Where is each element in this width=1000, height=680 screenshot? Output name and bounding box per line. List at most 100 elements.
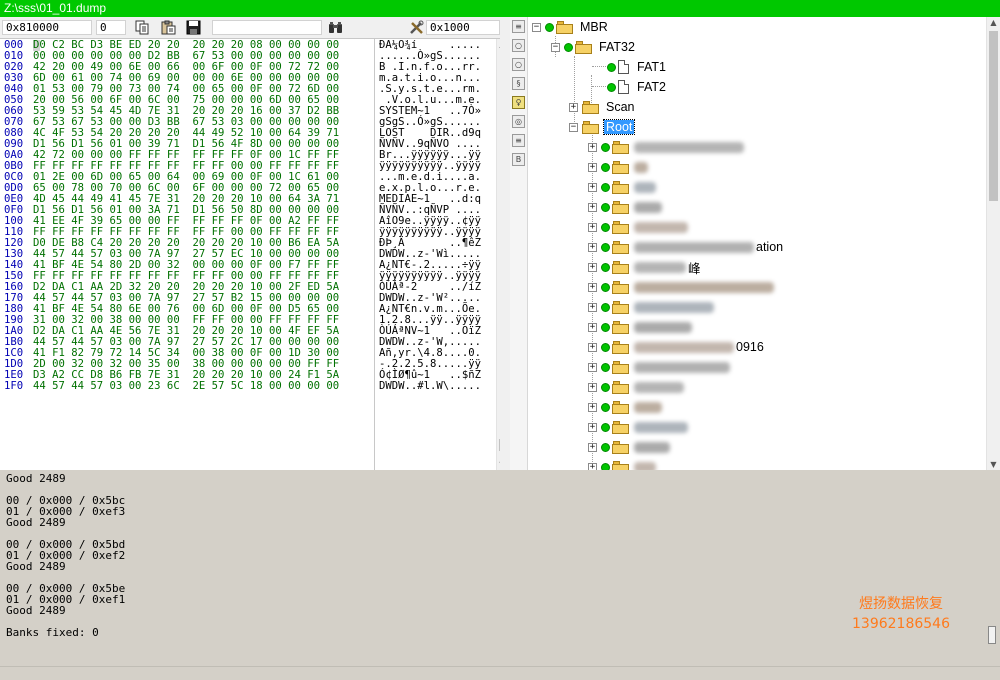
expand-icon[interactable]: + xyxy=(588,162,597,172)
expand-icon[interactable]: + xyxy=(588,202,597,212)
obscured-folder-name[interactable] xyxy=(634,201,662,213)
expand-icon[interactable]: + xyxy=(588,442,597,452)
collapse-icon[interactable]: − xyxy=(551,42,560,52)
eye-icon[interactable]: ◎ xyxy=(512,115,525,128)
tree-node-folder[interactable]: + xyxy=(588,217,688,237)
expand-icon[interactable]: + xyxy=(569,102,578,112)
tree-label-fat2[interactable]: FAT2 xyxy=(635,80,668,94)
obscured-folder-name[interactable] xyxy=(634,321,692,333)
bulb-icon[interactable]: ♀ xyxy=(512,96,525,109)
expand-icon[interactable]: + xyxy=(588,182,597,192)
value-field[interactable]: 0 xyxy=(96,20,126,35)
offset-field[interactable]: 0x810000 xyxy=(2,20,92,35)
tools-icon[interactable] xyxy=(408,19,425,36)
tree-node-folder[interactable]: + xyxy=(588,177,656,197)
goto-field[interactable]: 0x1000 xyxy=(426,20,500,35)
hex-bytes-column[interactable]: D0 C2 BC D3 BE ED 20 20 20 20 20 08 00 0… xyxy=(33,40,373,392)
tree-node-folder[interactable]: + xyxy=(588,437,670,457)
list-icon[interactable]: ≡ xyxy=(512,20,525,33)
tree-node-scan[interactable]: + Scan xyxy=(569,97,637,117)
tree-node-mbr[interactable]: − MBR xyxy=(532,17,610,37)
tree-node-folder[interactable]: + xyxy=(588,457,656,470)
hex-view[interactable]: 000 010 020 030 040 050 060 070 080 090 … xyxy=(0,39,496,470)
obscured-folder-name[interactable] xyxy=(634,441,670,453)
obscured-folder-name[interactable] xyxy=(634,361,730,373)
b-icon[interactable]: B xyxy=(512,153,525,166)
tree-label-fat1[interactable]: FAT1 xyxy=(635,60,668,74)
expand-icon[interactable]: + xyxy=(588,242,597,252)
scroll-up-icon[interactable]: ▲ xyxy=(987,17,1000,28)
save-icon[interactable] xyxy=(185,19,202,36)
tree-node-folder[interactable]: + xyxy=(588,417,688,437)
obscured-folder-name[interactable] xyxy=(634,341,734,353)
tree-scroll-thumb[interactable] xyxy=(989,31,998,201)
status-dot-icon xyxy=(601,142,610,152)
obscured-folder-name[interactable] xyxy=(634,161,648,173)
tree-node-folder[interactable]: + xyxy=(588,357,730,377)
log-scroll-thumb[interactable] xyxy=(988,626,996,644)
obscured-folder-name[interactable] xyxy=(634,401,662,413)
paste-icon[interactable] xyxy=(160,19,177,36)
expand-icon[interactable]: + xyxy=(588,402,597,412)
folder-icon xyxy=(612,400,629,414)
search-input[interactable] xyxy=(212,20,322,35)
obscured-folder-name[interactable] xyxy=(634,381,684,393)
tree-node-fat1[interactable]: FAT1 xyxy=(607,57,668,77)
obscured-folder-name[interactable] xyxy=(634,421,688,433)
tree-node-folder[interactable]: + xyxy=(588,317,692,337)
obscured-folder-name[interactable] xyxy=(634,461,656,470)
tree-node-folder[interactable]: + xyxy=(588,197,662,217)
tree-node-folder[interactable]: + xyxy=(588,377,684,397)
tree-node-folder[interactable]: + xyxy=(588,157,648,177)
pin-icon[interactable]: ○ xyxy=(512,39,525,52)
expand-icon[interactable]: + xyxy=(588,302,597,312)
expand-icon[interactable]: + xyxy=(588,142,597,152)
scroll-down-icon[interactable]: ▼ xyxy=(987,459,1000,470)
tree-scrollbar[interactable]: ▲ ▼ xyxy=(986,17,1000,470)
tree-node-fat32[interactable]: − FAT32 xyxy=(551,37,637,57)
tree-node-root[interactable]: − Root xyxy=(569,117,636,137)
tree-node-folder[interactable]: + 峰 xyxy=(588,257,703,277)
obscured-folder-name[interactable] xyxy=(634,301,714,313)
marker-icon[interactable]: ○ xyxy=(512,58,525,71)
tree-node-folder[interactable]: + xyxy=(588,297,714,317)
expand-icon[interactable]: + xyxy=(588,462,597,470)
obscured-folder-name[interactable] xyxy=(634,181,656,193)
tree-label-partial[interactable]: 峰 xyxy=(686,258,703,277)
expand-icon[interactable]: + xyxy=(588,282,597,292)
tree-node-folder[interactable]: + xyxy=(588,397,662,417)
obscured-folder-name[interactable] xyxy=(634,241,754,253)
tree-node-folder[interactable]: + xyxy=(588,277,774,297)
obscured-folder-name[interactable] xyxy=(634,141,744,153)
tree-node-folder[interactable]: + xyxy=(588,137,744,157)
collapse-icon[interactable]: − xyxy=(532,22,541,32)
obscured-folder-name[interactable] xyxy=(634,221,688,233)
expand-icon[interactable]: + xyxy=(588,422,597,432)
obscured-folder-name[interactable] xyxy=(634,261,686,273)
link-icon[interactable]: § xyxy=(512,77,525,90)
tree-node-fat2[interactable]: FAT2 xyxy=(607,77,668,97)
log-scrollbar[interactable] xyxy=(984,470,1000,666)
tree-label-partial[interactable]: ation xyxy=(754,240,785,254)
expand-icon[interactable]: + xyxy=(588,222,597,232)
hex-ascii-column[interactable]: ÐÂ¼Ó¾í ..... ......Ò»gS...... B .I.n.f.o… xyxy=(379,40,494,392)
tree-label-root[interactable]: Root xyxy=(602,119,636,135)
expand-icon[interactable]: + xyxy=(588,362,597,372)
expand-icon[interactable]: + xyxy=(588,262,597,272)
copy-icon[interactable] xyxy=(134,19,151,36)
tree-label-mbr[interactable]: MBR xyxy=(578,20,610,34)
log-horizontal-scrollbar[interactable] xyxy=(0,666,1000,680)
expand-icon[interactable]: + xyxy=(588,322,597,332)
tree-label-fat32[interactable]: FAT32 xyxy=(597,40,637,54)
list-alt-icon[interactable]: ≡ xyxy=(512,134,525,147)
pane-splitter[interactable] xyxy=(500,17,510,470)
binoculars-icon[interactable] xyxy=(327,19,344,36)
expand-icon[interactable]: + xyxy=(588,382,597,392)
tree-node-folder[interactable]: +0916 xyxy=(588,337,766,357)
collapse-icon[interactable]: − xyxy=(569,122,578,132)
obscured-folder-name[interactable] xyxy=(634,281,774,293)
expand-icon[interactable]: + xyxy=(588,342,597,352)
tree-label-partial[interactable]: 0916 xyxy=(734,340,766,354)
tree-label-scan[interactable]: Scan xyxy=(604,100,637,114)
tree-node-folder[interactable]: + ation xyxy=(588,237,785,257)
